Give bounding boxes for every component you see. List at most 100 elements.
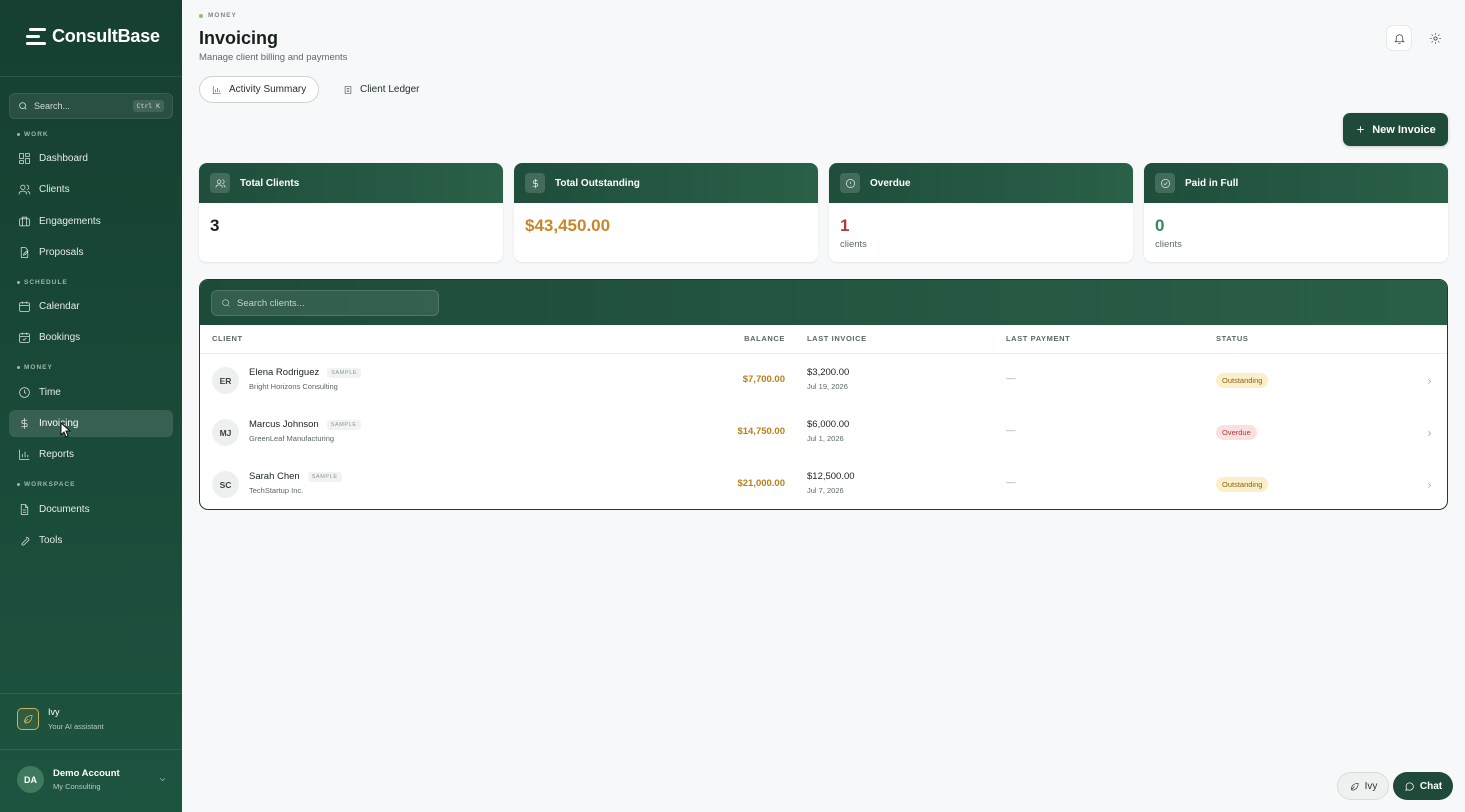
ivy-assistant[interactable]: Ivy Your AI assistant [17,707,104,731]
sidebar-item-reports[interactable]: Reports [9,441,173,468]
app-logo[interactable]: ConsultBase [26,26,160,47]
tab-label: Activity Summary [229,84,307,95]
sample-badge: SAMPLE [327,367,362,378]
ivy-float-button[interactable]: Ivy [1337,772,1389,800]
client-search[interactable] [211,290,439,316]
stat-label: Paid in Full [1185,177,1239,189]
calendar-icon [19,301,30,312]
section-money: MONEY [17,364,53,371]
column-header-last-payment: LAST PAYMENT [1006,334,1071,343]
stat-value: 0 [1155,216,1165,235]
sidebar-divider [0,76,182,77]
avatar: DA [17,766,44,793]
sidebar-search[interactable]: Search... Ctrl K [9,93,173,119]
stat-unit: clients [840,239,867,250]
sidebar-item-label: Bookings [39,332,81,343]
sidebar-item-label: Calendar [39,301,80,312]
account-menu[interactable]: DA Demo Account My Consulting [17,766,167,793]
stat-label: Total Outstanding [555,177,640,189]
table-row[interactable]: MJ Marcus Johnson SAMPLE GreenLeaf Manuf… [200,406,1447,458]
chevron-right-icon[interactable] [1425,374,1434,392]
chat-button[interactable]: Chat [1393,772,1453,800]
table-row[interactable]: SC Sarah Chen SAMPLE TechStartup Inc. $2… [200,458,1447,509]
column-header-status: STATUS [1216,334,1249,343]
new-invoice-button[interactable]: New Invoice [1343,113,1448,146]
sidebar-item-label: Reports [39,449,75,460]
stat-value: 1 [840,216,850,235]
wrench-icon [21,537,30,546]
stat-value: $43,450.00 [525,216,611,235]
sidebar: ConsultBase Search... Ctrl K WORK Dashbo… [0,0,182,812]
sidebar-divider [0,693,182,694]
sidebar-item-engagements[interactable]: Engagements [9,208,173,235]
search-icon [19,102,27,110]
sidebar-item-label: Engagements [39,216,101,227]
sidebar-item-bookings[interactable]: Bookings [9,324,173,351]
sidebar-item-calendar[interactable]: Calendar [9,293,173,320]
stat-card-paid-in-full: Paid in Full 0 clients [1144,163,1448,262]
tab-client-ledger[interactable]: Client Ledger [331,76,431,103]
bar-chart-icon [19,449,30,460]
column-header-last-invoice: LAST INVOICE [807,334,867,343]
client-name-wrap: Elena Rodriguez SAMPLE [249,367,362,378]
users-icon [210,173,230,193]
file-edit-icon [20,247,29,258]
section-work: WORK [17,131,49,138]
account-org: My Consulting [53,782,101,791]
app-name: ConsultBase [52,26,160,46]
table-row[interactable]: ER Elena Rodriguez SAMPLE Bright Horizon… [200,354,1447,406]
sidebar-item-label: Dashboard [39,153,88,164]
sidebar-item-documents[interactable]: Documents [9,496,173,523]
client-company: TechStartup Inc. [249,486,304,495]
client-avatar: SC [212,471,239,498]
client-company: Bright Horizons Consulting [249,382,338,391]
leaf-icon [17,708,39,730]
client-search-input[interactable] [237,297,427,309]
chevron-down-icon [158,771,167,789]
gear-icon [1429,32,1441,44]
chat-bubble-icon [1405,781,1414,791]
sidebar-item-clients[interactable]: Clients [9,176,173,203]
sidebar-search-placeholder: Search... [34,101,71,111]
users-icon [18,184,31,195]
client-avatar: ER [212,367,239,394]
stat-card-total-outstanding: Total Outstanding $43,450.00 [514,163,818,262]
last-invoice-date: Jul 1, 2026 [807,434,844,443]
stat-value: 3 [210,216,220,235]
last-invoice-amount: $12,500.00 [807,471,855,482]
sidebar-divider [0,749,182,750]
sidebar-item-label: Proposals [39,247,84,258]
notifications-button[interactable] [1386,25,1412,51]
last-payment: — [1006,425,1016,436]
sidebar-item-invoicing[interactable]: Invoicing [9,410,173,437]
column-header-balance: BALANCE [744,334,785,343]
stat-label: Overdue [870,177,911,189]
calendar-check-icon [19,332,30,343]
sidebar-item-tools[interactable]: Tools [9,527,173,554]
tab-activity-summary[interactable]: Activity Summary [199,76,320,103]
status-badge: Outstanding [1216,373,1269,388]
account-name: Demo Account [53,768,120,779]
bell-icon [1393,33,1405,44]
chevron-right-icon[interactable] [1425,426,1434,444]
briefcase-icon [19,216,30,227]
stat-card-total-clients: Total Clients 3 [199,163,503,262]
mouse-cursor-icon [60,422,72,438]
last-invoice-amount: $6,000.00 [807,419,850,430]
settings-button[interactable] [1422,25,1448,51]
ivy-float-label: Ivy [1364,780,1378,792]
ivy-name: Ivy [48,707,60,717]
document-icon [20,504,29,515]
client-avatar: MJ [212,419,239,446]
sidebar-item-dashboard[interactable]: Dashboard [9,145,173,172]
clients-table: CLIENT BALANCE LAST INVOICE LAST PAYMENT… [199,279,1448,510]
sidebar-item-proposals[interactable]: Proposals [9,239,173,266]
client-name: Marcus Johnson [249,419,319,430]
plus-icon [1357,126,1364,133]
sidebar-item-time[interactable]: Time [9,379,173,406]
sidebar-item-label: Clients [39,184,70,195]
status-badge: Outstanding [1216,477,1269,492]
chevron-right-icon[interactable] [1425,478,1434,496]
sidebar-item-label: Invoicing [39,418,79,429]
stat-label: Total Clients [240,177,300,189]
